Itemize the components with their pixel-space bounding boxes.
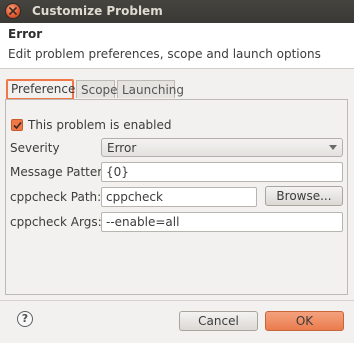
cppcheck-path-label: cppcheck Path: bbox=[10, 190, 102, 204]
header-title: Error bbox=[8, 27, 43, 41]
enabled-checkbox[interactable] bbox=[11, 119, 23, 131]
window-title: Customize Problem bbox=[32, 4, 163, 18]
chevron-down-icon bbox=[329, 145, 337, 150]
enabled-label[interactable]: This problem is enabled bbox=[28, 118, 172, 132]
ok-button[interactable]: OK bbox=[265, 311, 344, 331]
message-pattern-field[interactable] bbox=[101, 162, 343, 182]
checkmark-icon bbox=[13, 121, 22, 130]
title-bar: Customize Problem bbox=[0, 0, 354, 23]
tab-launching[interactable]: Launching bbox=[117, 80, 184, 98]
close-icon[interactable] bbox=[6, 4, 20, 18]
message-pattern-label: Message Pattern bbox=[10, 165, 110, 179]
dialog-header: Error Edit problem preferences, scope an… bbox=[0, 23, 354, 69]
browse-button[interactable]: Browse... bbox=[265, 186, 343, 206]
severity-select[interactable]: Error bbox=[101, 138, 343, 157]
close-x-glyph bbox=[9, 7, 17, 15]
cppcheck-args-label: cppcheck Args: bbox=[10, 215, 102, 229]
severity-label: Severity bbox=[10, 141, 60, 155]
tab-preferences[interactable]: Preferences bbox=[6, 79, 82, 99]
tab-scope[interactable]: Scope bbox=[76, 80, 118, 98]
cppcheck-args-field[interactable] bbox=[101, 212, 343, 232]
cppcheck-path-field[interactable] bbox=[101, 187, 257, 207]
footer-separator bbox=[0, 300, 354, 301]
help-icon[interactable]: ? bbox=[17, 311, 33, 327]
severity-value: Error bbox=[107, 141, 137, 155]
header-description: Edit problem preferences, scope and laun… bbox=[8, 47, 321, 61]
customize-problem-dialog: Customize Problem Error Edit problem pre… bbox=[0, 0, 354, 343]
cancel-button[interactable]: Cancel bbox=[179, 311, 258, 331]
